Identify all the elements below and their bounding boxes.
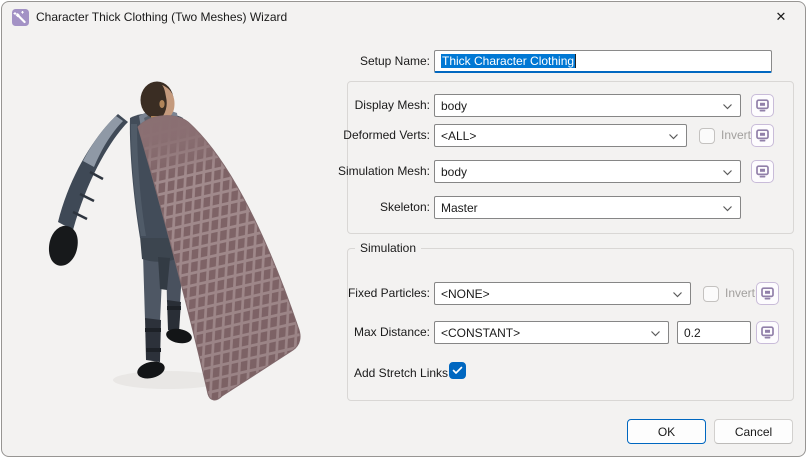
- close-button[interactable]: ✕: [759, 2, 803, 32]
- setup-name-input[interactable]: Thick Character Clothing: [434, 50, 772, 73]
- add-stretch-links-checkbox[interactable]: [449, 362, 466, 379]
- fixed-particles-combo[interactable]: <NONE>: [434, 282, 691, 305]
- chevron-down-icon: [673, 292, 682, 298]
- close-icon: ✕: [775, 9, 787, 24]
- screen-pick-icon: [756, 165, 769, 178]
- screen-pick-icon: [761, 287, 774, 300]
- deformed-verts-label: Deformed Verts:: [343, 128, 430, 142]
- chevron-down-icon: [669, 134, 678, 140]
- max-distance-label: Max Distance:: [353, 325, 430, 339]
- text-caret: [575, 54, 577, 68]
- chevron-down-icon: [651, 331, 660, 337]
- max-distance-value-input[interactable]: 0.2: [677, 321, 751, 344]
- display-mesh-label: Display Mesh:: [354, 98, 430, 112]
- skeleton-label: Skeleton:: [379, 200, 430, 214]
- deformed-verts-pick-button[interactable]: [751, 124, 774, 147]
- wizard-dialog: Character Thick Clothing (Two Meshes) Wi…: [1, 1, 806, 457]
- screen-pick-icon: [756, 129, 769, 142]
- character-preview-viewport[interactable]: [10, 32, 340, 454]
- cancel-button[interactable]: Cancel: [714, 419, 793, 444]
- deformed-verts-invert-checkbox[interactable]: [699, 128, 715, 144]
- ok-button[interactable]: OK: [627, 419, 706, 444]
- window-title: Character Thick Clothing (Two Meshes) Wi…: [36, 10, 288, 24]
- fixed-particles-pick-button[interactable]: [756, 282, 779, 305]
- simulation-mesh-label: Simulation Mesh:: [337, 164, 430, 178]
- chevron-down-icon: [723, 104, 732, 110]
- deformed-verts-invert-label: Invert: [721, 128, 752, 142]
- simulation-group-title: Simulation: [355, 241, 422, 255]
- checkmark-icon: [452, 366, 463, 374]
- screen-pick-icon: [756, 99, 769, 112]
- chevron-down-icon: [723, 206, 732, 212]
- display-mesh-combo[interactable]: body: [434, 94, 741, 117]
- display-mesh-pick-button[interactable]: [751, 94, 774, 117]
- simulation-mesh-combo[interactable]: body: [434, 160, 741, 183]
- magic-wand-icon: [12, 9, 29, 26]
- skeleton-combo[interactable]: Master: [434, 196, 741, 219]
- max-distance-pick-button[interactable]: [756, 321, 779, 344]
- fixed-particles-invert-label: Invert: [725, 286, 756, 300]
- setup-name-label: Setup Name:: [359, 54, 430, 68]
- deformed-verts-combo[interactable]: <ALL>: [434, 124, 687, 147]
- title-bar: Character Thick Clothing (Two Meshes) Wi…: [2, 2, 805, 32]
- add-stretch-links-label: Add Stretch Links: [354, 366, 449, 380]
- screen-pick-icon: [761, 326, 774, 339]
- simulation-mesh-pick-button[interactable]: [751, 160, 774, 183]
- chevron-down-icon: [723, 170, 732, 176]
- fixed-particles-invert-checkbox[interactable]: [703, 286, 719, 302]
- setup-name-selected-text: Thick Character Clothing: [441, 54, 576, 68]
- max-distance-combo[interactable]: <CONSTANT>: [434, 321, 669, 344]
- fixed-particles-label: Fixed Particles:: [347, 286, 430, 300]
